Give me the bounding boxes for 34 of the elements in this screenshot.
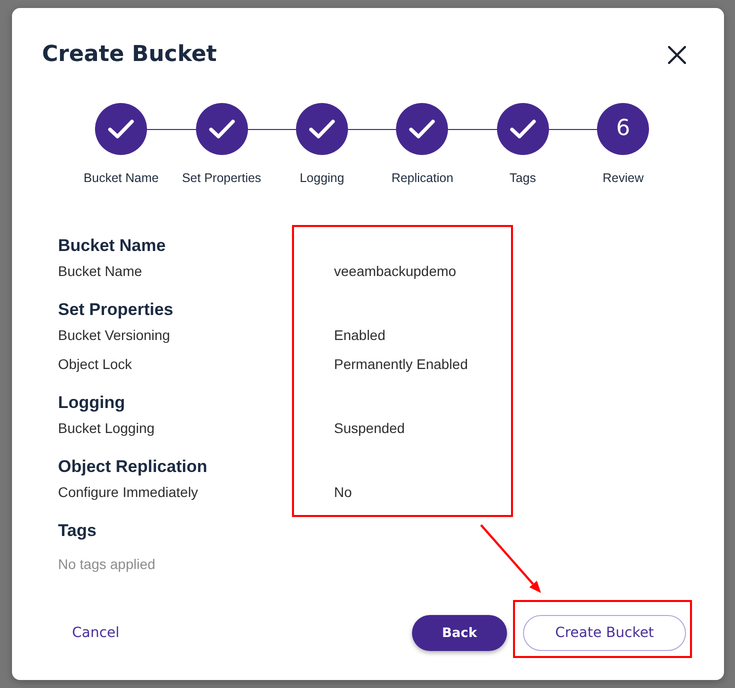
field-value: veeambackupdemo <box>334 262 458 281</box>
check-icon <box>108 119 134 139</box>
step-label: Bucket Name <box>84 170 159 186</box>
field-label: Bucket Versioning <box>58 326 172 345</box>
field-label: Bucket Logging <box>58 419 156 438</box>
field-value: No <box>334 483 353 502</box>
section-heading: Set Properties <box>58 299 174 321</box>
step-label: Review <box>602 170 644 186</box>
field-label: Configure Immediately <box>58 483 200 502</box>
section-heading: Object Replication <box>58 456 208 478</box>
back-button[interactable]: Back <box>412 615 507 651</box>
field-label: Bucket Name <box>58 262 144 281</box>
annotation-arrow <box>480 524 541 593</box>
field-value: Permanently Enabled <box>334 355 469 374</box>
field-value: Enabled <box>334 326 386 345</box>
field-value: Suspended <box>334 419 406 438</box>
section-heading: Bucket Name <box>58 235 167 257</box>
field-label: Object Lock <box>58 355 133 374</box>
step-label: Logging <box>300 170 344 186</box>
create-bucket-button[interactable]: Create Bucket <box>523 615 686 651</box>
close-icon[interactable] <box>668 46 686 64</box>
step-label: Replication <box>391 170 454 186</box>
section-heading: Logging <box>58 392 126 414</box>
step-label: Set Properties <box>182 170 262 186</box>
check-icon <box>409 119 436 139</box>
step-number: 6 <box>597 103 650 155</box>
cancel-link[interactable]: Cancel <box>58 617 134 649</box>
check-icon <box>308 119 335 139</box>
step-label: Tags <box>510 170 536 186</box>
empty-note: No tags applied <box>58 555 156 574</box>
check-icon <box>208 119 235 139</box>
section-heading: Tags <box>58 520 98 542</box>
check-icon <box>510 119 536 139</box>
dialog-title: Create Bucket <box>42 41 217 69</box>
